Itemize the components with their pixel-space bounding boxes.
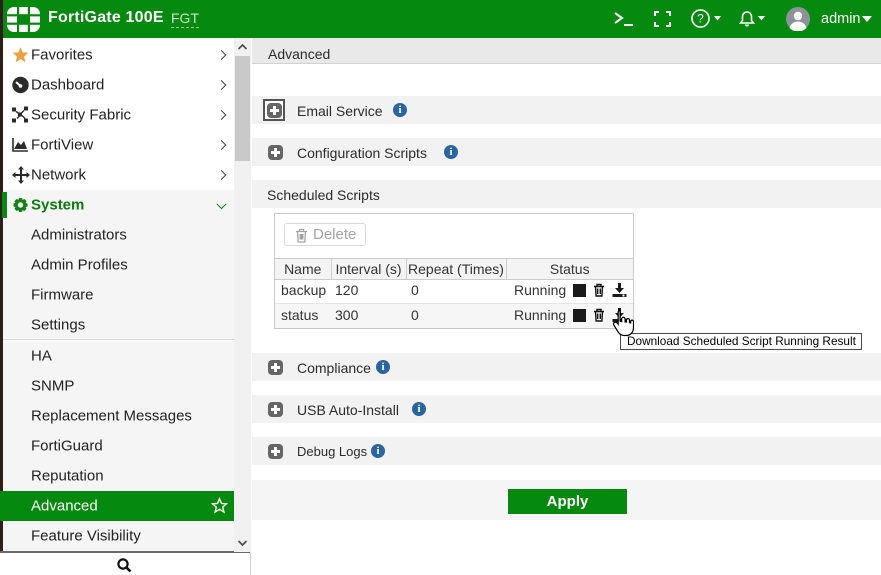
svg-text:?: ?: [697, 12, 704, 26]
